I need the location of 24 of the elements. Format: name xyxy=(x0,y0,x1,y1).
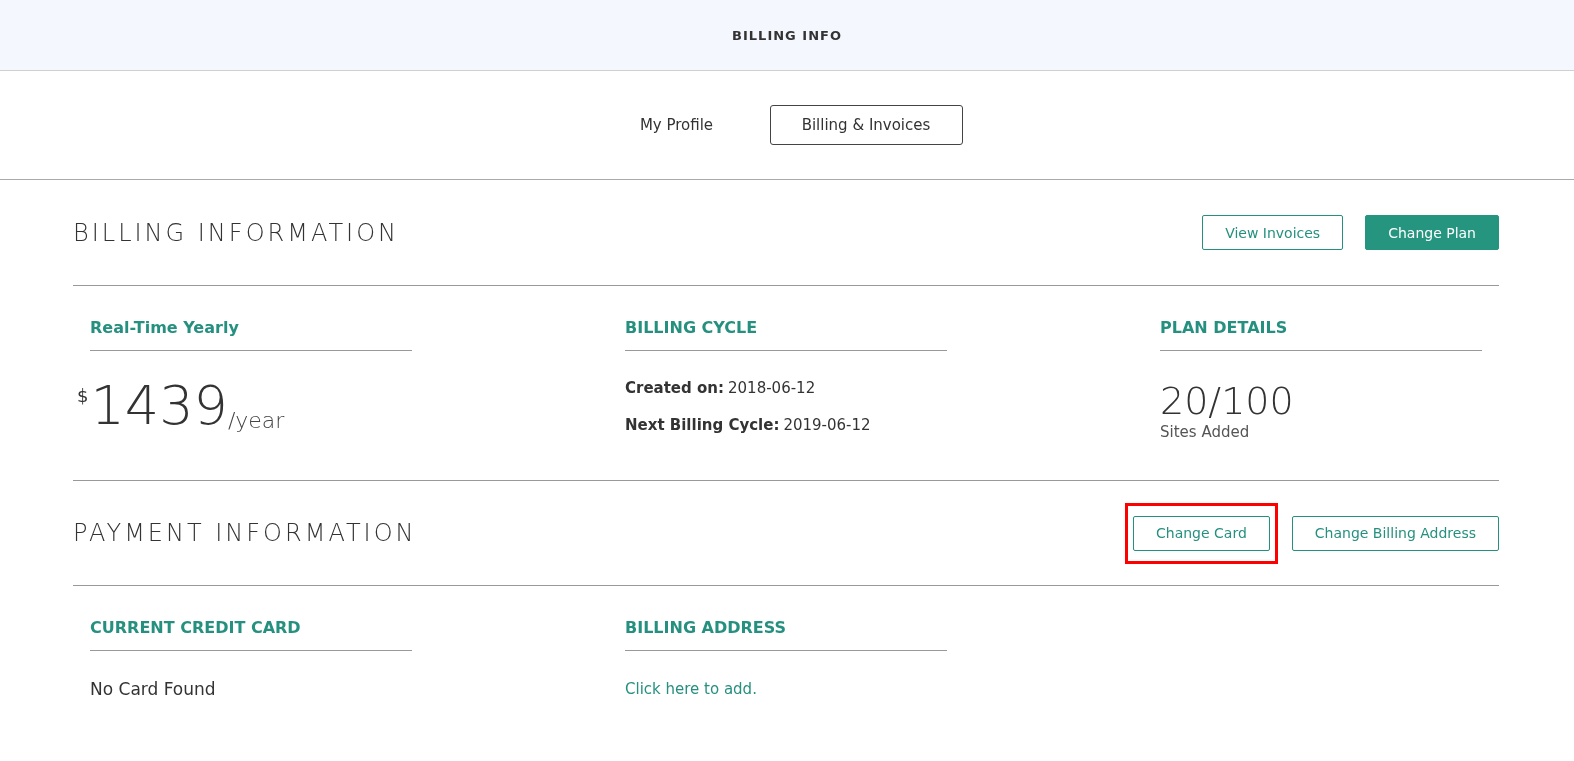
card-status: No Card Found xyxy=(90,679,217,699)
column-heading: PLAN DETAILS xyxy=(1160,318,1482,351)
column-heading: Real-Time Yearly xyxy=(90,318,412,351)
column-heading: CURRENT CREDIT CARD xyxy=(90,618,412,651)
column-heading: BILLING CYCLE xyxy=(625,318,947,351)
action-button[interactable]: View Invoices xyxy=(1202,215,1344,250)
currency-symbol: $ xyxy=(77,385,89,406)
section-title: BILLING INFORMATION xyxy=(73,218,400,247)
field-label: Created on: xyxy=(625,379,724,397)
price-period: /year xyxy=(227,408,285,433)
tab[interactable]: Billing & Invoices xyxy=(769,105,963,145)
field-value: 2019-06-12 xyxy=(783,416,871,434)
action-button[interactable]: Change Plan xyxy=(1365,215,1499,250)
section-title: PAYMENT INFORMATION xyxy=(73,519,417,547)
field-value: 2018-06-12 xyxy=(728,379,816,397)
action-button[interactable]: Change Card xyxy=(1133,515,1270,551)
add-address-link[interactable]: Click here to add. xyxy=(625,680,757,698)
column-heading: BILLING ADDRESS xyxy=(625,618,947,651)
stat-caption: Sites Added xyxy=(1160,423,1251,441)
action-button[interactable]: Change Billing Address xyxy=(1291,515,1499,551)
page-title: BILLING INFO xyxy=(732,27,842,43)
price-amount: 1439 xyxy=(90,379,228,433)
stat-value: 20/100 xyxy=(1160,379,1295,423)
field-label: Next Billing Cycle: xyxy=(625,416,780,434)
